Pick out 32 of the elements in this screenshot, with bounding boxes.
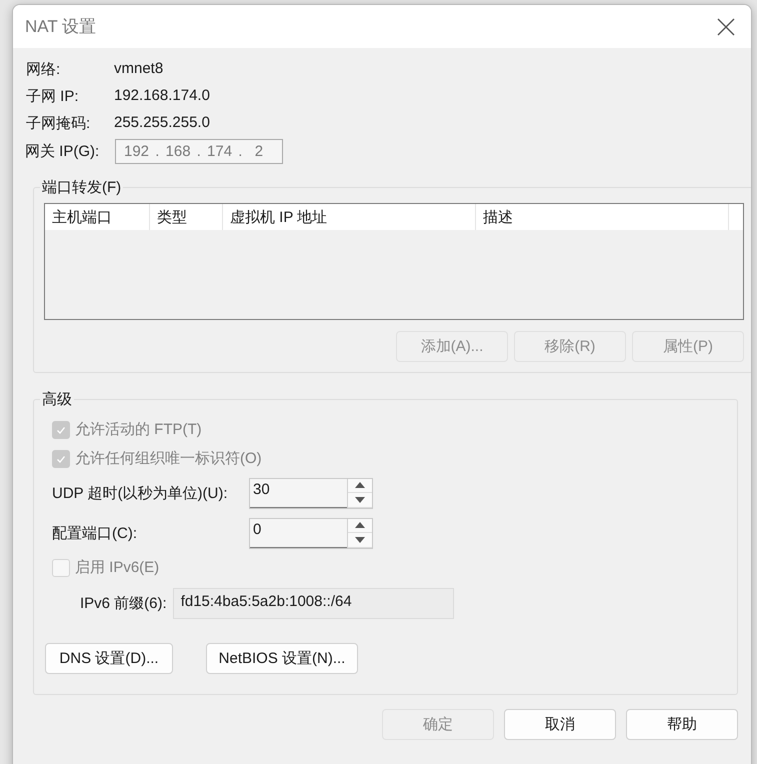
checkbox-label: 允许任何组织唯一标识符(O)	[75, 449, 262, 468]
group-title: 端口转发(F)	[41, 178, 122, 197]
spin-up-button[interactable]	[348, 518, 372, 533]
spin-down-button[interactable]	[348, 493, 372, 508]
checkbox-label: 允许活动的 FTP(T)	[75, 420, 202, 439]
window-title: NAT 设置	[25, 16, 96, 38]
up-triangle-icon	[355, 482, 365, 488]
info-label: 子网 IP:	[26, 87, 80, 106]
info-value: 255.255.255.0	[114, 114, 211, 133]
info-label: 网络:	[26, 60, 62, 79]
column-header[interactable]: 虚拟机 IP 地址	[223, 204, 476, 230]
group-title: 高级	[41, 390, 73, 409]
settings-button[interactable]: DNS 设置(D)...	[45, 643, 173, 674]
dialog-button[interactable]: 帮助	[626, 709, 738, 740]
column-header[interactable]: 类型	[150, 204, 223, 230]
spin-up-button[interactable]	[348, 478, 372, 493]
prefix-label: IPv6 前缀(6):	[80, 594, 167, 613]
down-triangle-icon	[355, 536, 365, 543]
info-label: 子网掩码:	[26, 114, 92, 133]
spin-down-button[interactable]	[348, 533, 372, 548]
up-triangle-icon	[355, 522, 365, 528]
spinner-label: UDP 超时(以秒为单位)(U):	[52, 484, 229, 502]
dialog-button[interactable]: 取消	[504, 709, 616, 740]
settings-button[interactable]: NetBIOS 设置(N)...	[206, 643, 358, 674]
checkbox-label: 启用 IPv6(E)	[75, 558, 160, 577]
column-header[interactable]: 描述	[476, 204, 729, 230]
info-value: vmnet8	[114, 60, 164, 79]
info-value: 192.168.174.0	[114, 87, 211, 106]
column-header[interactable]: 主机端口	[45, 204, 150, 230]
spinner-label: 配置端口(C):	[52, 524, 138, 542]
down-triangle-icon	[355, 496, 365, 503]
gateway-label: 网关 IP(G):	[25, 142, 100, 161]
